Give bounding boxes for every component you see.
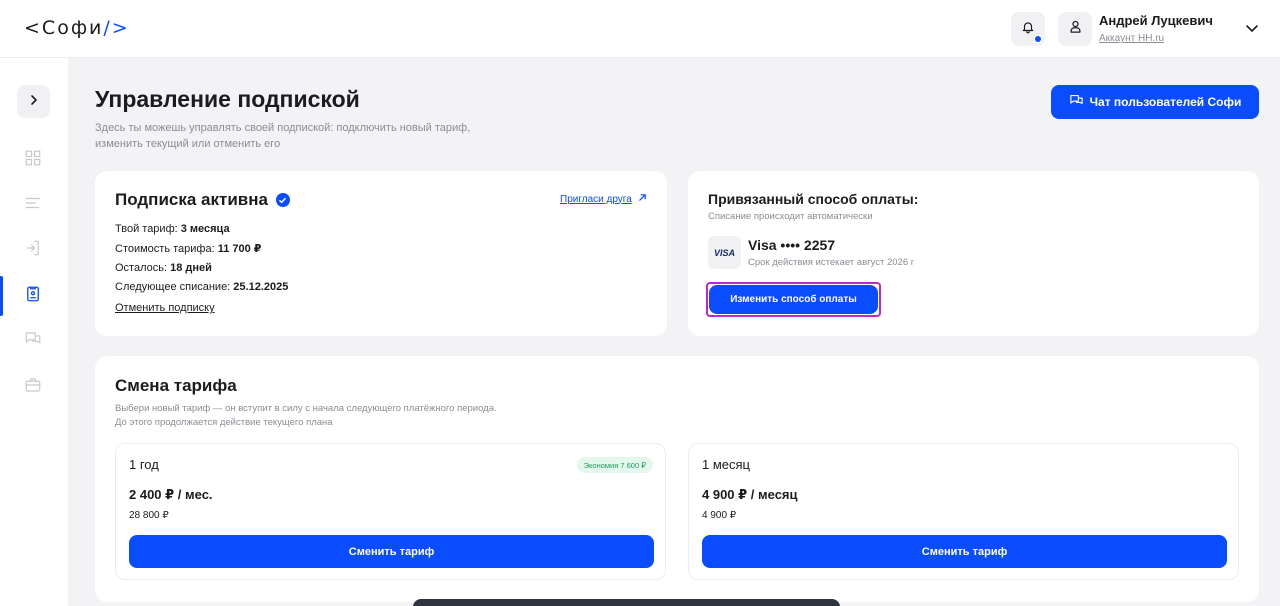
arrow-up-right-icon	[638, 193, 647, 205]
plan-total: 4 900 ₽	[702, 510, 737, 521]
check-icon	[275, 193, 290, 207]
invite-friend-link[interactable]: Пригласи друга	[560, 193, 647, 205]
bell-icon	[1021, 20, 1035, 39]
next-charge-value: 25.12.2025	[233, 281, 289, 293]
sidebar-active-indicator	[0, 276, 3, 316]
chat-icon	[24, 330, 42, 353]
change-plan-description-line-2: До этого продолжается действие текущего …	[115, 417, 333, 428]
cost-value: 11 700 ₽	[217, 243, 262, 255]
next-charge-label: Следующее списание:	[115, 281, 234, 293]
tariff-label: Твой тариф:	[115, 223, 181, 235]
top-bar: <Софи/> Андрей Луцкевич Аккаунт HH.ru	[0, 0, 1280, 58]
user-name[interactable]: Андрей Луцкевич	[1099, 13, 1213, 28]
chevron-down-icon[interactable]	[1244, 22, 1260, 36]
login-icon	[24, 239, 42, 262]
notification-dot	[1034, 35, 1042, 43]
payment-note: Списание происходит автоматически	[708, 211, 873, 222]
change-plan-card: Смена тарифа Выбери новый тариф — он вст…	[95, 356, 1259, 602]
subscription-title-row: Подписка активна	[115, 190, 290, 210]
dashboard-icon	[24, 149, 42, 172]
briefcase-icon	[24, 376, 42, 399]
cost-label: Стоимость тарифа:	[115, 243, 218, 255]
remaining-label: Осталось:	[115, 262, 171, 274]
next-charge-line: Следующее списание: 25.12.2025	[115, 281, 288, 293]
plan-total: 28 800 ₽	[129, 510, 169, 521]
payment-title: Привязанный способ оплаты:	[708, 191, 919, 207]
invite-friend-label: Пригласи друга	[560, 193, 632, 205]
users-chat-label: Чат пользователей Софи	[1089, 95, 1242, 109]
avatar[interactable]	[1058, 12, 1092, 46]
sidebar-item-list[interactable]	[22, 194, 44, 216]
sidebar-item-subscription[interactable]	[22, 285, 44, 307]
user-icon	[1068, 19, 1083, 39]
sidebar-item-jobs[interactable]	[22, 376, 44, 398]
change-payment-method-button[interactable]: Изменить способ оплаты	[706, 282, 881, 317]
cancel-subscription-link[interactable]: Отменить подписку	[115, 302, 215, 314]
logo-close: />	[103, 17, 130, 39]
plan-card-year: 1 год Экономия 7 600 ₽ 2 400 ₽ / мес. 28…	[115, 443, 666, 580]
plan-name: 1 месяц	[702, 457, 750, 472]
savings-badge: Экономия 7 600 ₽	[576, 457, 653, 473]
card-number: Visa •••• 2257	[748, 237, 836, 253]
sidebar-item-dashboard[interactable]	[22, 149, 44, 171]
bottom-toast-bar	[413, 599, 840, 606]
plan-name: 1 год	[129, 457, 159, 472]
plan-price: 2 400 ₽ / мес.	[129, 487, 213, 502]
change-plan-button-month[interactable]: Сменить тариф	[702, 535, 1227, 568]
users-chat-button[interactable]: Чат пользователей Софи	[1051, 85, 1259, 119]
change-plan-description-line-1: Выбери новый тариф — он вступит в силу с…	[115, 403, 497, 414]
page-title: Управление подпиской	[95, 86, 360, 112]
sidebar	[0, 58, 68, 606]
plan-price: 4 900 ₽ / месяц	[702, 487, 798, 502]
document-icon	[24, 285, 42, 308]
visa-logo-icon: VISA	[708, 236, 741, 269]
sidebar-item-chat[interactable]	[22, 330, 44, 352]
subscription-card: Подписка активна Пригласи друга Твой тар…	[95, 171, 667, 336]
page-description: Здесь ты можешь управлять своей подписко…	[95, 122, 471, 150]
plan-card-month: 1 месяц 4 900 ₽ / месяц 4 900 ₽ Сменить …	[688, 443, 1239, 580]
list-icon	[24, 194, 42, 217]
logo-text: Софи	[41, 17, 104, 39]
chat-icon	[1069, 93, 1084, 111]
logo[interactable]: <Софи/>	[24, 17, 130, 39]
user-account-link[interactable]: Аккаунт HH.ru	[1099, 33, 1164, 44]
sidebar-expand-button[interactable]	[17, 85, 50, 118]
notifications-button[interactable]	[1011, 12, 1045, 46]
change-payment-method-label: Изменить способ оплаты	[709, 285, 878, 314]
remaining-line: Осталось: 18 дней	[115, 262, 212, 274]
sidebar-item-login[interactable]	[22, 239, 44, 261]
payment-method-card: Привязанный способ оплаты: Списание прои…	[688, 171, 1259, 336]
logo-open: <	[24, 17, 42, 39]
cost-line: Стоимость тарифа: 11 700 ₽	[115, 242, 261, 255]
chevron-right-icon	[28, 93, 40, 111]
change-plan-description: Выбери новый тариф — он вступит в силу с…	[115, 402, 635, 430]
subscription-title: Подписка активна	[115, 190, 268, 209]
card-expiry: Срок действия истекает август 2026 г	[748, 257, 915, 268]
change-plan-button-year[interactable]: Сменить тариф	[129, 535, 654, 568]
remaining-value: 18 дней	[170, 262, 212, 274]
change-plan-title: Смена тарифа	[115, 376, 237, 395]
tariff-line: Твой тариф: 3 месяца	[115, 223, 230, 235]
tariff-value: 3 месяца	[180, 223, 230, 235]
